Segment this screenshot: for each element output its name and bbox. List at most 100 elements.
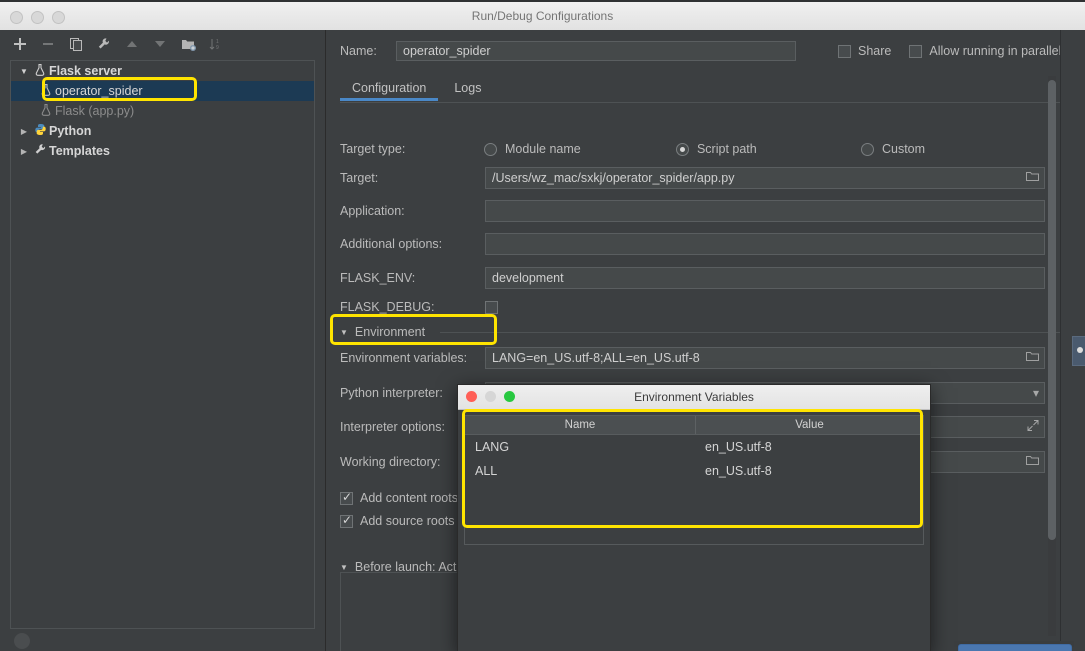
svg-text:9: 9	[216, 45, 219, 51]
tab-configuration[interactable]: Configuration	[340, 78, 439, 101]
move-up-icon[interactable]	[124, 36, 140, 52]
allow-parallel-label: Allow running in parallel	[929, 44, 1062, 58]
folder-icon[interactable]	[1026, 351, 1039, 365]
copy-icon[interactable]	[68, 36, 84, 52]
expand-icon[interactable]	[1027, 420, 1039, 435]
window-titlebar: Run/Debug Configurations	[0, 2, 1085, 31]
cell-name: LANG	[475, 440, 510, 454]
tree-item-flask-app-py[interactable]: Flask (app.py)	[11, 101, 314, 121]
window-traffic-lights	[10, 11, 65, 24]
section-divider	[440, 331, 1085, 333]
radio-button[interactable]	[483, 142, 497, 156]
column-header-value[interactable]: Value	[695, 416, 923, 434]
share-checkbox[interactable]: Share	[838, 44, 891, 58]
environment-variables-row: Environment variables: LANG=en_US.utf-8;…	[340, 347, 1045, 369]
flask-env-input[interactable]: development	[485, 267, 1045, 289]
radio-custom[interactable]: Custom	[860, 142, 926, 156]
flask-debug-label: FLASK_DEBUG:	[340, 300, 435, 314]
environment-variables-value: LANG=en_US.utf-8;ALL=en_US.utf-8	[492, 351, 700, 365]
checkbox-box[interactable]	[340, 513, 353, 528]
environment-variables-input[interactable]: LANG=en_US.utf-8;ALL=en_US.utf-8	[485, 347, 1045, 369]
flask-debug-checkbox[interactable]	[485, 300, 498, 314]
folder-icon[interactable]	[1026, 171, 1039, 185]
tab-divider	[340, 102, 1075, 103]
dialog-close-button[interactable]	[466, 391, 477, 402]
tree-item-operator-spider[interactable]: operator_spider	[11, 81, 314, 101]
name-input[interactable]: operator_spider	[396, 41, 796, 61]
target-input[interactable]: /Users/wz_mac/sxkj/operator_spider/app.p…	[485, 167, 1045, 189]
checkbox-box[interactable]	[340, 490, 353, 505]
help-icon[interactable]	[14, 633, 30, 649]
cell-value: en_US.utf-8	[705, 440, 772, 454]
sort-icon[interactable]: 19	[208, 36, 224, 52]
chevron-down-icon[interactable]: ▼	[17, 67, 31, 76]
tree-item-flask-server[interactable]: ▼ Flask server	[11, 61, 314, 81]
minimize-button[interactable]	[31, 11, 44, 24]
checkbox-box[interactable]	[838, 44, 851, 58]
environment-variables-table[interactable]: Name Value LANG en_US.utf-8 ALL en_US.ut…	[464, 415, 924, 545]
add-icon[interactable]	[12, 36, 28, 52]
checkbox-box[interactable]	[909, 44, 923, 58]
dialog-title: Environment Variables	[634, 390, 754, 404]
table-header: Name Value	[465, 416, 923, 435]
chevron-down-icon[interactable]: ▼	[340, 563, 348, 572]
ok-button[interactable]	[958, 644, 1072, 651]
new-folder-icon[interactable]	[180, 36, 196, 52]
radio-label: Module name	[504, 142, 581, 156]
dialog-titlebar: Environment Variables	[458, 385, 930, 410]
additional-options-input[interactable]	[485, 233, 1045, 255]
chevron-right-icon[interactable]: ▶	[17, 127, 31, 136]
wrench-icon[interactable]	[96, 36, 112, 52]
radio-module-name[interactable]: Module name	[483, 142, 676, 156]
target-type-label: Target type:	[340, 142, 406, 156]
environment-variables-dialog: Environment Variables Name Value LANG en…	[457, 384, 931, 651]
folder-icon[interactable]	[1026, 455, 1039, 469]
remove-icon[interactable]	[40, 36, 56, 52]
allow-parallel-checkbox[interactable]: Allow running in parallel	[909, 44, 1061, 58]
chevron-right-icon[interactable]: ▶	[17, 147, 31, 156]
panel-tabs: Configuration Logs	[340, 74, 1075, 101]
radio-label: Custom	[881, 142, 926, 156]
environment-section-header[interactable]: ▼ Environment	[340, 321, 1085, 343]
environment-variables-label: Environment variables:	[340, 351, 468, 365]
name-label: Name:	[340, 44, 377, 58]
radio-label: Script path	[696, 142, 757, 156]
radio-button[interactable]	[860, 142, 874, 156]
environment-section-label: Environment	[354, 325, 426, 339]
tree-item-label: Templates	[49, 144, 110, 158]
sidebar-toolbar: 19	[0, 30, 337, 58]
column-header-name[interactable]: Name	[465, 416, 695, 434]
panel-scrollbar-thumb[interactable]	[1048, 80, 1056, 540]
table-row[interactable]: LANG en_US.utf-8	[465, 435, 923, 459]
zoom-button[interactable]	[52, 11, 65, 24]
target-row: Target: /Users/wz_mac/sxkj/operator_spid…	[340, 167, 1045, 189]
move-down-icon[interactable]	[152, 36, 168, 52]
tool-tab-dot-icon	[1077, 347, 1083, 353]
window-title: Run/Debug Configurations	[471, 9, 614, 23]
dialog-zoom-button[interactable]	[504, 391, 515, 402]
chevron-down-icon[interactable]: ▾	[1033, 386, 1039, 400]
tree-item-python[interactable]: ▶ Python	[11, 121, 314, 141]
chevron-down-icon[interactable]: ▼	[340, 328, 348, 337]
tree-item-label: Flask (app.py)	[55, 104, 135, 118]
flask-icon	[37, 83, 55, 99]
target-label: Target:	[340, 171, 379, 185]
close-button[interactable]	[10, 11, 23, 24]
flask-env-label: FLASK_ENV:	[340, 271, 416, 285]
cell-value: en_US.utf-8	[705, 464, 772, 478]
ide-right-tool-tab[interactable]	[1072, 336, 1085, 366]
additional-options-label: Additional options:	[340, 237, 443, 251]
radio-script-path[interactable]: Script path	[675, 142, 861, 156]
dialog-minimize-button[interactable]	[485, 391, 496, 402]
application-input[interactable]	[485, 200, 1045, 222]
cell-name: ALL	[475, 464, 498, 478]
target-type-row: Target type: Module name Script path Cus…	[340, 138, 1040, 160]
run-debug-configurations-window: Run/Debug Configurations 1 9 ▼ Flask ser…	[0, 0, 1085, 651]
tree-item-templates[interactable]: ▶ Templates	[11, 141, 314, 161]
radio-button[interactable]	[675, 142, 689, 156]
flask-env-value: development	[492, 271, 564, 285]
flask-icon	[31, 63, 49, 79]
configurations-tree[interactable]: ▼ Flask server operator_spider Flask (ap…	[10, 60, 315, 629]
tab-logs[interactable]: Logs	[442, 78, 493, 100]
table-row[interactable]: ALL en_US.utf-8	[465, 459, 923, 483]
